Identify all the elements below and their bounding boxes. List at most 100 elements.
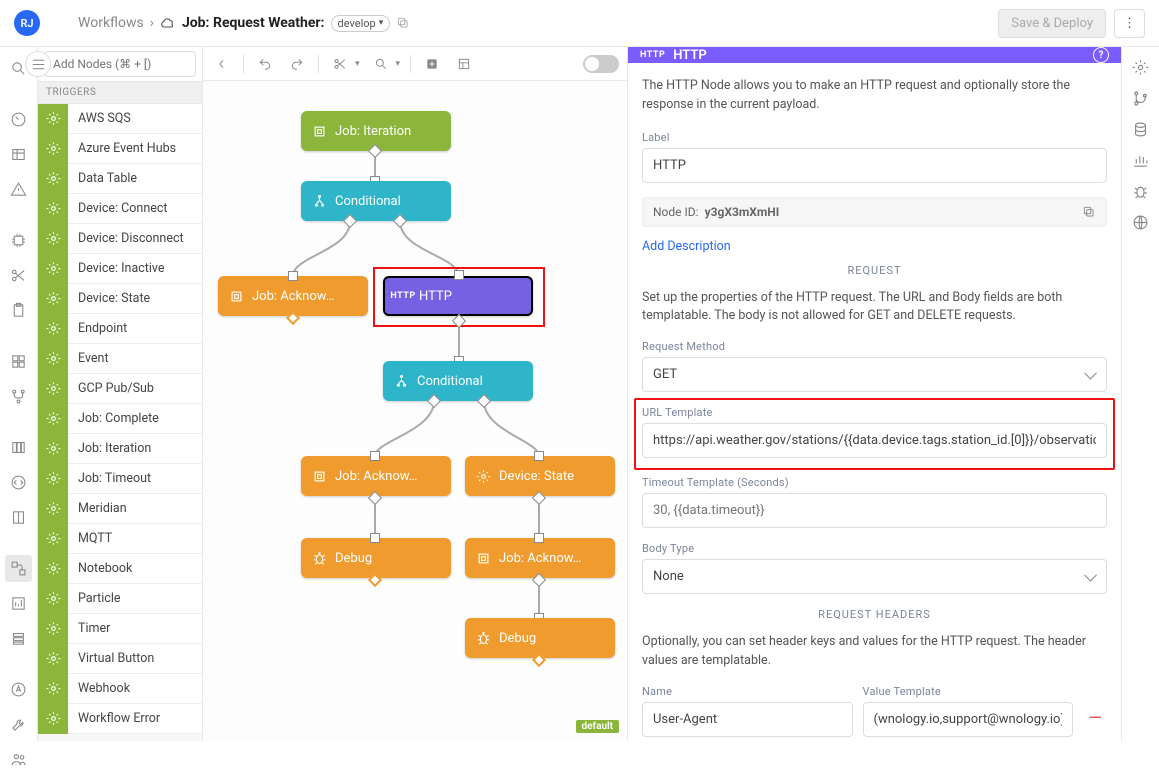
trigger-node[interactable]: Notebook	[38, 554, 202, 584]
clipboard-icon[interactable]	[5, 297, 32, 324]
timeout-input[interactable]	[642, 493, 1107, 528]
canvas-node-device-state[interactable]: Device: State	[465, 456, 615, 496]
trigger-node[interactable]: Data Table	[38, 164, 202, 194]
trigger-label: Device: Inactive	[68, 261, 165, 276]
trigger-node[interactable]: Device: Disconnect	[38, 224, 202, 254]
more-menu-button[interactable]: ⋮	[1114, 9, 1145, 38]
workflow-icon[interactable]	[5, 555, 32, 582]
header-name-label: Name	[642, 685, 853, 698]
trigger-node[interactable]: Job: Iteration	[38, 434, 202, 464]
header-name-input-0[interactable]	[642, 702, 853, 737]
grid-icon[interactable]	[5, 348, 32, 375]
globe-icon[interactable]	[1132, 214, 1149, 235]
add-node-button[interactable]	[421, 53, 443, 75]
header-value-input-0[interactable]	[863, 702, 1074, 737]
canvas-node-debug-2[interactable]: Debug	[465, 618, 615, 658]
help-icon[interactable]: ?	[1093, 47, 1109, 63]
gauge-icon[interactable]	[5, 106, 32, 133]
gear-icon[interactable]	[1132, 59, 1149, 80]
collapse-handle[interactable]	[25, 51, 51, 77]
trigger-node[interactable]: Timer	[38, 614, 202, 644]
url-input[interactable]	[642, 423, 1107, 458]
breadcrumb-root[interactable]: Workflows	[78, 15, 144, 31]
trigger-label: Notebook	[68, 561, 132, 576]
chip-icon[interactable]	[5, 227, 32, 254]
trigger-node[interactable]: Device: Inactive	[38, 254, 202, 284]
breadcrumb: Workflows › Job: Request Weather: develo…	[78, 15, 410, 32]
chart-icon[interactable]	[5, 590, 32, 617]
trigger-node[interactable]: Webhook	[38, 674, 202, 704]
cut-button[interactable]	[329, 53, 351, 75]
trigger-node[interactable]: Device: State	[38, 284, 202, 314]
url-highlight: URL Template	[634, 398, 1115, 470]
breadcrumb-job-prefix: Job:	[182, 15, 210, 31]
method-select[interactable]	[642, 357, 1107, 392]
job-icon	[228, 288, 244, 304]
trigger-icon	[38, 584, 68, 614]
nodes-search-input[interactable]	[44, 51, 196, 77]
trigger-node[interactable]: Device: Connect	[38, 194, 202, 224]
trigger-node[interactable]: Particle	[38, 584, 202, 614]
trigger-icon	[38, 104, 68, 134]
branch-icon[interactable]	[5, 383, 32, 410]
undo-button[interactable]	[254, 53, 276, 75]
trigger-node[interactable]: GCP Pub/Sub	[38, 374, 202, 404]
canvas-node-debug-1[interactable]: Debug	[301, 538, 451, 578]
trigger-node[interactable]: Virtual Button	[38, 644, 202, 674]
canvas-node-conditional-2[interactable]: Conditional	[383, 361, 533, 401]
scissors-icon[interactable]	[5, 262, 32, 289]
metrics-icon[interactable]	[1132, 152, 1149, 173]
http-icon: HTTP	[395, 288, 411, 304]
chevron-down-icon: ▾	[379, 18, 384, 28]
trigger-node[interactable]: Meridian	[38, 494, 202, 524]
bodytype-select[interactable]	[642, 559, 1107, 594]
trigger-node[interactable]: Azure Event Hubs	[38, 134, 202, 164]
back-button[interactable]	[211, 53, 233, 75]
wrench-icon[interactable]	[5, 711, 32, 738]
trigger-node[interactable]: Job: Timeout	[38, 464, 202, 494]
trigger-label: GCP Pub/Sub	[68, 381, 154, 396]
trigger-node[interactable]: Job: Complete	[38, 404, 202, 434]
debug-toggle[interactable]	[583, 55, 619, 73]
circle-a-icon[interactable]	[5, 676, 32, 703]
canvas-node-conditional-1[interactable]: Conditional	[301, 181, 451, 221]
layout-button[interactable]	[453, 53, 475, 75]
trigger-node[interactable]: Workflow Error	[38, 704, 202, 734]
database-icon[interactable]	[1132, 121, 1149, 142]
columns-icon[interactable]	[5, 434, 32, 461]
add-description-link[interactable]: Add Description	[642, 239, 731, 254]
request-help-text: Set up the properties of the HTTP reques…	[642, 289, 1107, 327]
table-icon[interactable]	[5, 141, 32, 168]
request-section-header: REQUEST	[642, 264, 1107, 277]
canvas-node-http[interactable]: HTTP HTTP	[383, 276, 533, 316]
copy-icon[interactable]	[1082, 205, 1096, 219]
book-icon[interactable]	[5, 504, 32, 531]
trigger-icon	[38, 254, 68, 284]
redo-button[interactable]	[286, 53, 308, 75]
iteration-icon	[311, 123, 327, 139]
trigger-label: Webhook	[68, 681, 130, 696]
job-icon	[475, 550, 491, 566]
workflow-canvas[interactable]: Job: Iteration Conditional Job: Acknow… …	[203, 81, 627, 741]
trigger-node[interactable]: Endpoint	[38, 314, 202, 344]
save-deploy-button[interactable]: Save & Deploy	[998, 9, 1106, 38]
label-input[interactable]	[642, 148, 1107, 183]
users-icon[interactable]	[5, 746, 32, 773]
zoom-button[interactable]	[370, 53, 392, 75]
canvas-node-acknowledge-3[interactable]: Job: Acknow…	[465, 538, 615, 578]
bug-icon[interactable]	[1132, 183, 1149, 204]
code-icon[interactable]	[5, 469, 32, 496]
trigger-node[interactable]: Event	[38, 344, 202, 374]
stack-icon[interactable]	[5, 625, 32, 652]
remove-header-button[interactable]: —	[1083, 708, 1107, 737]
trigger-node[interactable]: AWS SQS	[38, 104, 202, 134]
label-label: Label	[642, 131, 1107, 144]
git-branch-icon[interactable]	[1132, 90, 1149, 111]
warning-icon[interactable]	[5, 176, 32, 203]
user-avatar[interactable]: RJ	[14, 10, 40, 36]
trigger-node[interactable]: MQTT	[38, 524, 202, 554]
canvas-node-acknowledge-2[interactable]: Job: Acknow…	[301, 456, 451, 496]
copy-icon[interactable]	[396, 16, 410, 30]
trigger-icon	[38, 164, 68, 194]
branch-pill[interactable]: develop ▾	[331, 15, 391, 32]
